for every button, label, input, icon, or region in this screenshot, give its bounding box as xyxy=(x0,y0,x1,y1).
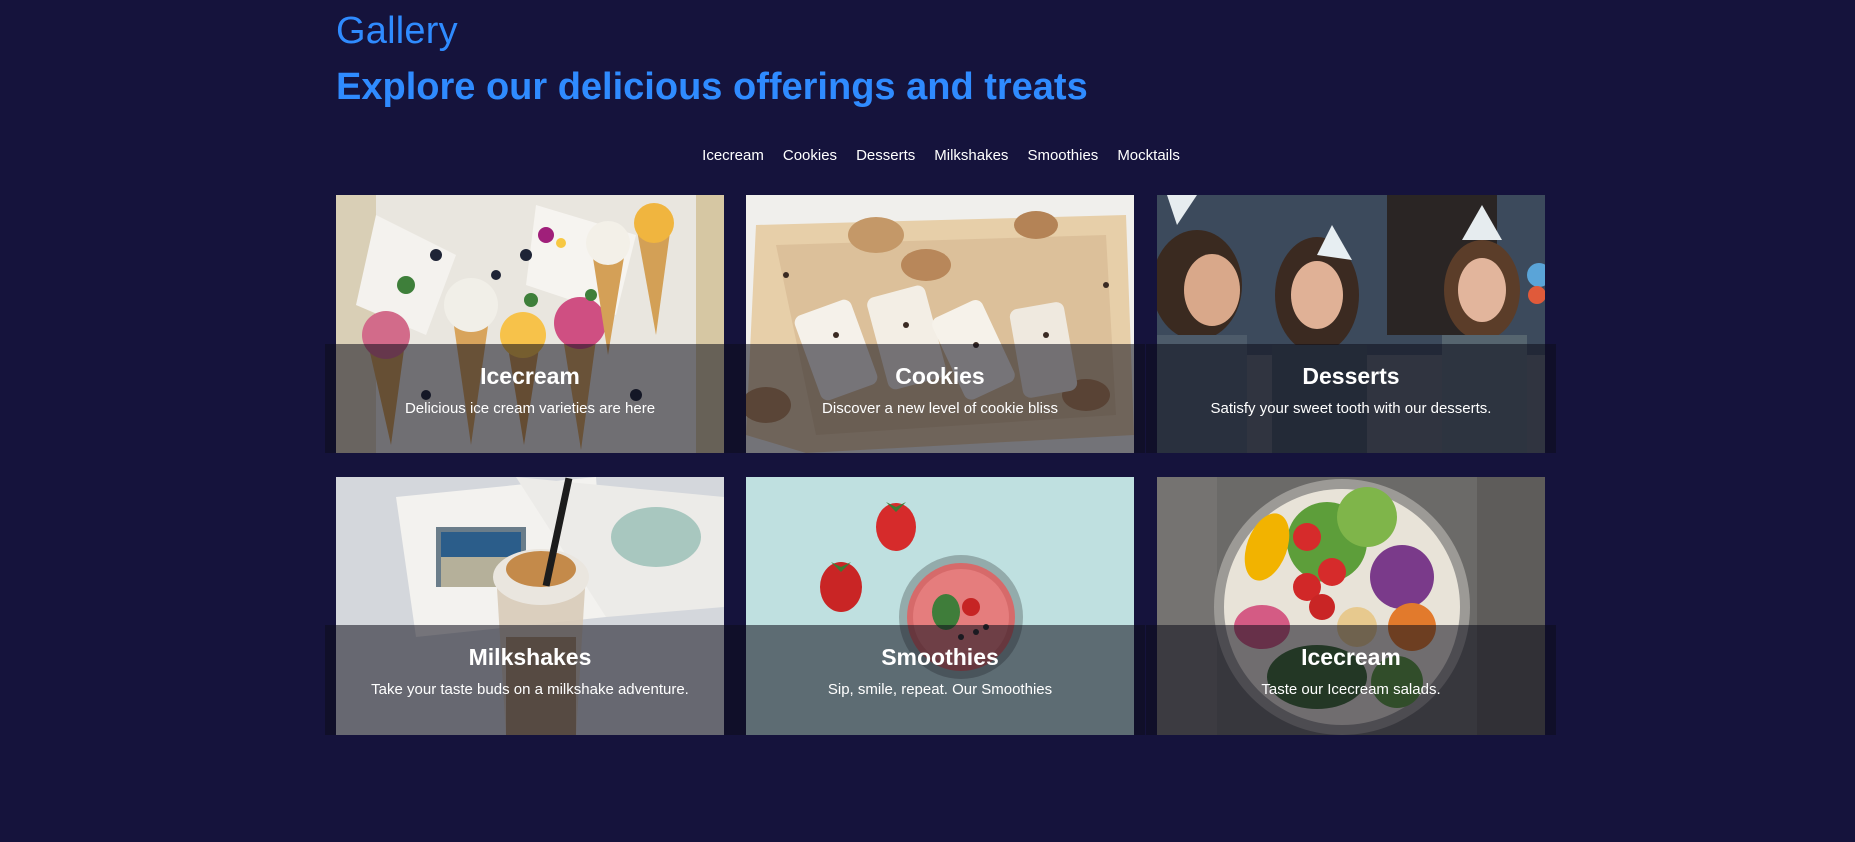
card-description: Satisfy your sweet tooth with our desser… xyxy=(1210,400,1492,417)
gallery-card-icecream-salad[interactable]: Icecream Taste our Icecream salads. xyxy=(1146,477,1556,735)
card-caption: Icecream Taste our Icecream salads. xyxy=(1146,625,1556,735)
card-title: Icecream xyxy=(480,363,580,389)
card-caption: Smoothies Sip, smile, repeat. Our Smooth… xyxy=(735,625,1145,735)
card-caption: Icecream Delicious ice cream varieties a… xyxy=(325,344,735,453)
card-title: Icecream xyxy=(1301,644,1401,670)
card-description: Delicious ice cream varieties are here xyxy=(404,400,656,417)
card-caption: Cookies Discover a new level of cookie b… xyxy=(735,344,1145,453)
card-title: Desserts xyxy=(1302,363,1400,389)
card-title: Milkshakes xyxy=(468,644,592,670)
nav-link-cookies[interactable]: Cookies xyxy=(783,147,837,164)
nav-link-mocktails[interactable]: Mocktails xyxy=(1117,147,1180,164)
card-description: Sip, smile, repeat. Our Smoothies xyxy=(827,681,1053,698)
nav-link-milkshakes[interactable]: Milkshakes xyxy=(934,147,1008,164)
nav-link-icecream[interactable]: Icecream xyxy=(702,147,764,164)
card-title: Smoothies xyxy=(881,644,999,670)
category-nav: Icecream Cookies Desserts Milkshakes Smo… xyxy=(336,147,1546,164)
page-subtitle: Explore our delicious offerings and trea… xyxy=(336,66,1088,108)
nav-link-smoothies[interactable]: Smoothies xyxy=(1027,147,1098,164)
card-description: Discover a new level of cookie bliss xyxy=(822,400,1058,417)
card-description: Take your taste buds on a milkshake adve… xyxy=(371,681,689,698)
gallery-card-desserts[interactable]: Desserts Satisfy your sweet tooth with o… xyxy=(1146,195,1556,453)
gallery-card-cookies[interactable]: Cookies Discover a new level of cookie b… xyxy=(735,195,1145,453)
gallery-card-smoothies[interactable]: Smoothies Sip, smile, repeat. Our Smooth… xyxy=(735,477,1145,735)
card-caption: Desserts Satisfy your sweet tooth with o… xyxy=(1146,344,1556,453)
card-caption: Milkshakes Take your taste buds on a mil… xyxy=(325,625,735,735)
gallery-card-milkshakes[interactable]: Milkshakes Take your taste buds on a mil… xyxy=(325,477,735,735)
nav-link-desserts[interactable]: Desserts xyxy=(856,147,915,164)
card-description: Taste our Icecream salads. xyxy=(1261,681,1441,698)
page-title: Gallery xyxy=(336,10,458,52)
gallery-card-icecream[interactable]: Icecream Delicious ice cream varieties a… xyxy=(325,195,735,453)
card-title: Cookies xyxy=(895,363,985,389)
